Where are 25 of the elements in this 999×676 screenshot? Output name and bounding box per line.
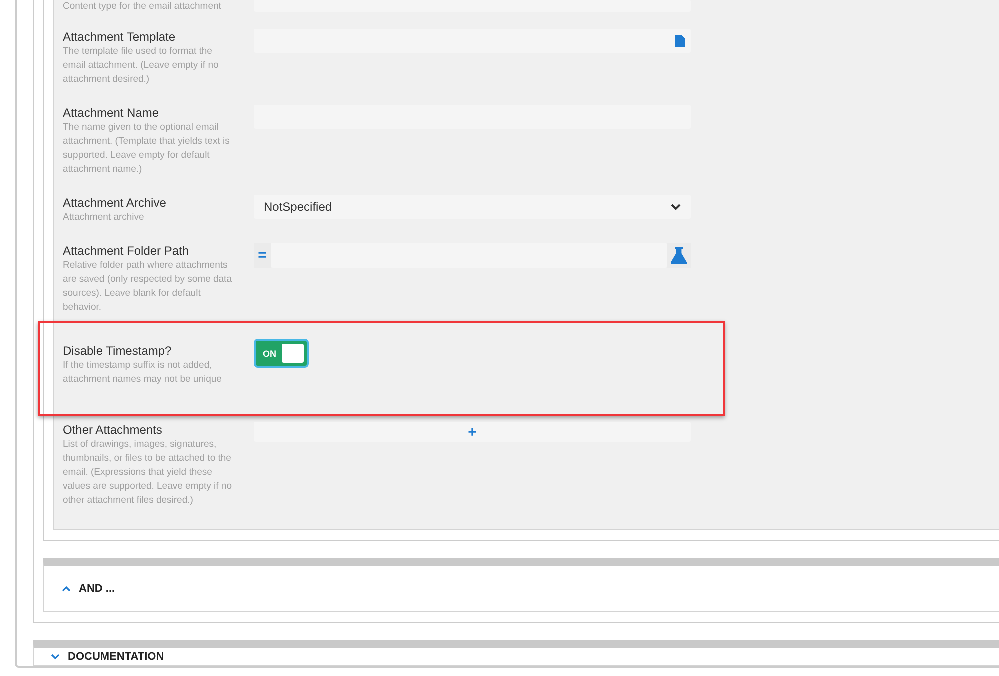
field-label: Attachment Template bbox=[63, 29, 177, 45]
field-description: The name given to the optional email attachment. (Template that yields text is supported. Leave empty for default attachment name.) bbox=[63, 121, 231, 177]
field-description: If the timestamp suffix is not added, attachment names may not be unique bbox=[63, 359, 223, 387]
chevron-down-icon bbox=[51, 654, 60, 660]
field-label: Attachment Archive bbox=[63, 195, 168, 211]
test-button[interactable] bbox=[667, 243, 691, 268]
field-label: Other Attachments bbox=[63, 422, 164, 438]
add-button[interactable]: + bbox=[254, 422, 691, 442]
field-description: Attachment archive bbox=[63, 211, 146, 225]
field-label: Disable Timestamp? bbox=[63, 343, 173, 359]
field-description: The template file used to format the email attachment. (Leave empty if no attachment desired.) bbox=[63, 45, 220, 87]
field-description: Content type for the email attachment bbox=[63, 0, 222, 14]
field-label: Attachment Name bbox=[63, 105, 160, 121]
expression-button[interactable]: = bbox=[254, 243, 271, 268]
flask-icon bbox=[671, 247, 687, 264]
select-dropdown[interactable]: NotSpecified bbox=[254, 195, 691, 219]
section-header[interactable]: DOCUMENTATION bbox=[33, 640, 999, 666]
template-file-field[interactable] bbox=[254, 29, 691, 53]
chevron-down-icon bbox=[671, 204, 681, 210]
field-label: Attachment Folder Path bbox=[63, 243, 190, 259]
field-description: Relative folder path where attachments are saved (only respected by some data sources). Leave blank for default behavior. bbox=[63, 259, 233, 315]
field-description: List of drawings, images, signatures, thumbnails, or files to be attached to the email. (Expressions that yield these values are supported. Leave empty if no other attachment files desired.) bbox=[63, 438, 233, 508]
section-header[interactable]: AND ... bbox=[43, 558, 999, 612]
file-icon bbox=[675, 35, 685, 47]
chevron-up-icon bbox=[62, 586, 71, 592]
